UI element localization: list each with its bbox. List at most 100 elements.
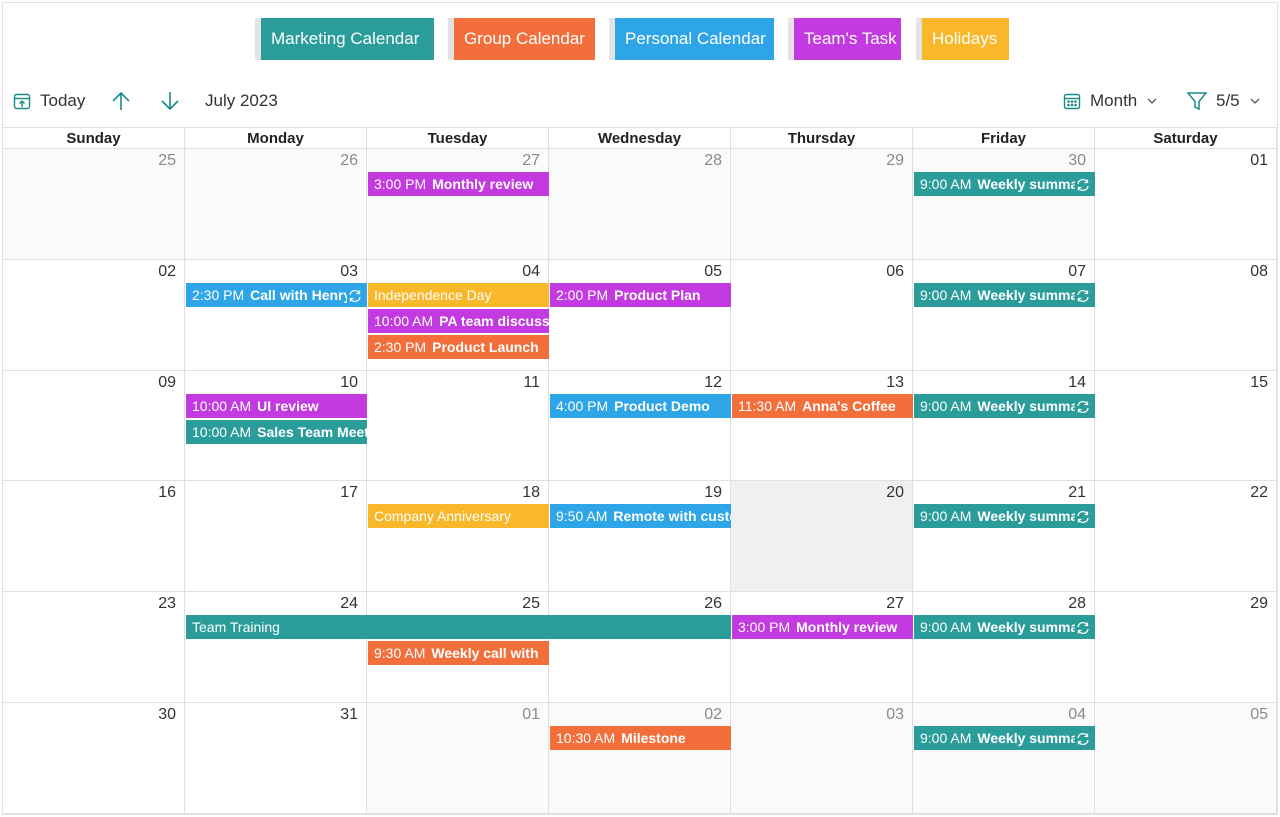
day-number[interactable]: 20 <box>886 484 904 502</box>
day-number[interactable]: 29 <box>886 152 904 170</box>
day-number[interactable]: 16 <box>158 484 176 502</box>
calendar-event[interactable]: 3:00 PM Monthly review <box>368 172 549 196</box>
calendar-event[interactable]: 2:30 PM Product Launch <box>368 335 549 359</box>
day-number[interactable]: 21 <box>1068 484 1086 502</box>
day-number[interactable]: 08 <box>1250 263 1268 281</box>
day-cell[interactable]: 28 <box>549 149 731 260</box>
day-cell[interactable]: 02 <box>3 260 185 371</box>
day-cell[interactable]: 02 <box>549 703 731 814</box>
day-cell[interactable]: 20 <box>731 481 913 592</box>
day-number[interactable]: 02 <box>158 263 176 281</box>
next-button[interactable] <box>159 82 181 120</box>
day-cell[interactable]: 08 <box>1095 260 1277 371</box>
calendar-event[interactable]: 4:00 PM Product Demo <box>550 394 731 418</box>
day-cell[interactable]: 05 <box>1095 703 1277 814</box>
legend-chip-2[interactable]: Personal Calendar <box>609 18 774 60</box>
view-selector[interactable]: Month <box>1062 82 1159 120</box>
day-number[interactable]: 04 <box>1068 706 1086 724</box>
day-number[interactable]: 03 <box>886 706 904 724</box>
day-cell[interactable]: 29 <box>731 149 913 260</box>
day-cell[interactable]: 19 <box>549 481 731 592</box>
day-cell[interactable]: 17 <box>185 481 367 592</box>
day-number[interactable]: 25 <box>158 152 176 170</box>
day-cell[interactable]: 01 <box>367 703 549 814</box>
day-number[interactable]: 06 <box>886 263 904 281</box>
day-cell[interactable]: 03 <box>185 260 367 371</box>
calendar-event[interactable]: Independence Day <box>368 283 549 307</box>
day-cell[interactable]: 06 <box>731 260 913 371</box>
day-cell[interactable]: 14 <box>913 371 1095 481</box>
day-number[interactable]: 25 <box>522 595 540 613</box>
day-number[interactable]: 01 <box>1250 152 1268 170</box>
day-cell[interactable]: 07 <box>913 260 1095 371</box>
calendar-event[interactable]: 10:00 AM PA team discussion <box>368 309 549 333</box>
calendar-event[interactable]: 9:00 AM Weekly summary <box>914 394 1095 418</box>
day-number[interactable]: 30 <box>158 706 176 724</box>
calendar-event[interactable]: 9:30 AM Weekly call with <box>368 641 549 665</box>
legend-chip-4[interactable]: Holidays <box>916 18 1009 60</box>
day-cell[interactable]: 12 <box>549 371 731 481</box>
day-cell[interactable]: 18 <box>367 481 549 592</box>
day-number[interactable]: 05 <box>704 263 722 281</box>
period-label[interactable]: July 2023 <box>205 82 278 120</box>
day-number[interactable]: 14 <box>1068 374 1086 392</box>
day-cell[interactable]: 03 <box>731 703 913 814</box>
legend-chip-0[interactable]: Marketing Calendar <box>255 18 434 60</box>
day-cell[interactable]: 29 <box>1095 592 1277 703</box>
day-number[interactable]: 10 <box>340 374 358 392</box>
day-number[interactable]: 04 <box>522 263 540 281</box>
day-cell[interactable]: 31 <box>185 703 367 814</box>
day-cell[interactable]: 30 <box>913 149 1095 260</box>
day-number[interactable]: 30 <box>1068 152 1086 170</box>
day-cell[interactable]: 11 <box>367 371 549 481</box>
day-cell[interactable]: 21 <box>913 481 1095 592</box>
day-number[interactable]: 22 <box>1250 484 1268 502</box>
calendar-event[interactable]: 2:00 PM Product Plan <box>550 283 731 307</box>
today-button[interactable]: Today <box>12 82 85 120</box>
day-cell[interactable]: 28 <box>913 592 1095 703</box>
day-number[interactable]: 23 <box>158 595 176 613</box>
day-number[interactable]: 29 <box>1250 595 1268 613</box>
calendar-event[interactable]: 10:00 AM Sales Team Meeting <box>186 420 367 444</box>
day-number[interactable]: 11 <box>523 374 540 392</box>
calendar-event[interactable]: 10:30 AM Milestone <box>550 726 731 750</box>
day-cell[interactable]: 30 <box>3 703 185 814</box>
calendar-event[interactable]: 9:00 AM Weekly summary <box>914 615 1095 639</box>
day-number[interactable]: 07 <box>1068 263 1086 281</box>
day-number[interactable]: 17 <box>340 484 358 502</box>
legend-chip-1[interactable]: Group Calendar <box>448 18 595 60</box>
legend-chip-3[interactable]: Team's Task <box>788 18 901 60</box>
calendar-event[interactable]: 9:00 AM Weekly summary <box>914 283 1095 307</box>
day-cell[interactable]: 24 <box>185 592 367 703</box>
previous-button[interactable] <box>110 82 132 120</box>
day-cell[interactable]: 26 <box>185 149 367 260</box>
day-number[interactable]: 05 <box>1250 706 1268 724</box>
day-number[interactable]: 27 <box>522 152 540 170</box>
day-cell[interactable]: 27 <box>731 592 913 703</box>
calendar-event[interactable]: Team Training <box>186 615 731 639</box>
day-cell[interactable]: 05 <box>549 260 731 371</box>
day-number[interactable]: 09 <box>158 374 176 392</box>
calendar-event[interactable]: Company Anniversary <box>368 504 549 528</box>
day-cell[interactable]: 04 <box>913 703 1095 814</box>
day-cell[interactable]: 23 <box>3 592 185 703</box>
day-cell[interactable]: 25 <box>3 149 185 260</box>
day-number[interactable]: 27 <box>886 595 904 613</box>
day-number[interactable]: 18 <box>522 484 540 502</box>
calendar-event[interactable]: 2:30 PM Call with Henry <box>186 283 367 307</box>
day-number[interactable]: 26 <box>340 152 358 170</box>
calendar-event[interactable]: 11:30 AM Anna's Coffee <box>732 394 913 418</box>
calendar-event[interactable]: 9:50 AM Remote with customer <box>550 504 731 528</box>
day-number[interactable]: 26 <box>704 595 722 613</box>
day-cell[interactable]: 15 <box>1095 371 1277 481</box>
day-number[interactable]: 31 <box>340 706 358 724</box>
calendar-event[interactable]: 9:00 AM Weekly summary <box>914 172 1095 196</box>
day-number[interactable]: 01 <box>522 706 540 724</box>
calendar-event[interactable]: 3:00 PM Monthly review <box>732 615 913 639</box>
day-cell[interactable]: 27 <box>367 149 549 260</box>
filter-button[interactable]: 5/5 <box>1186 82 1262 120</box>
calendar-event[interactable]: 9:00 AM Weekly summary <box>914 504 1095 528</box>
day-cell[interactable]: 16 <box>3 481 185 592</box>
day-number[interactable]: 03 <box>340 263 358 281</box>
day-cell[interactable]: 26 <box>549 592 731 703</box>
